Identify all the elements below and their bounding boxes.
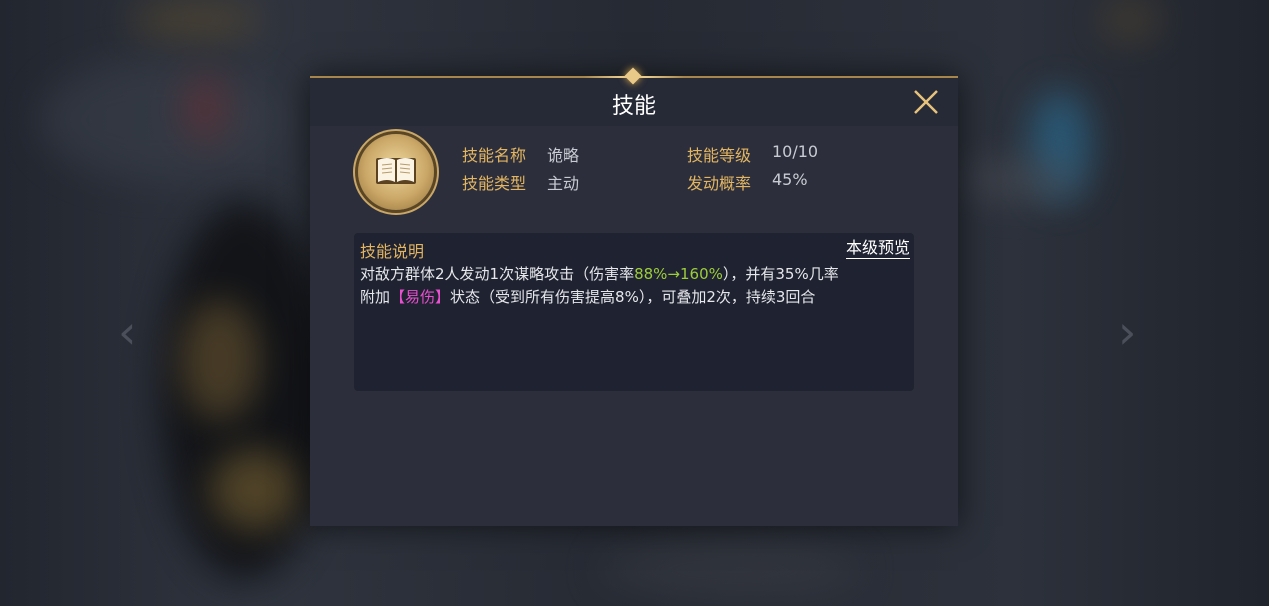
vulnerable-status-highlight: 【易伤】 (390, 288, 451, 306)
book-icon (358, 134, 434, 210)
damage-rate-highlight: 88%→160% (634, 265, 723, 283)
skill-type-field: 技能类型 主动 (462, 170, 579, 194)
skill-name-field: 技能名称 诡略 (462, 142, 579, 166)
skill-name-label: 技能名称 (462, 146, 527, 165)
skill-name-value: 诡略 (547, 146, 580, 165)
next-arrow-icon: › (1118, 305, 1137, 359)
description-title: 技能说明 (360, 242, 425, 261)
desc-line2-post: 状态（受到所有伤害提高8%），可叠加2次，持续3回合 (450, 288, 816, 306)
skill-type-label: 技能类型 (462, 174, 527, 193)
desc-line1-pre: 对敌方群体2人发动1次谋略攻击（伤害率 (360, 265, 635, 283)
description-text: 对敌方群体2人发动1次谋略攻击（伤害率88%→160%），并有35%几率 附加【… (360, 263, 910, 309)
skill-info: 技能名称 诡略 技能类型 主动 技能等级 10/10 发动概率 45% (358, 134, 918, 224)
close-icon[interactable] (912, 88, 940, 116)
dialog-header: 技能 (310, 67, 958, 126)
skill-description-panel: 技能说明 本级预览 对敌方群体2人发动1次谋略攻击（伤害率88%→160%），并… (354, 233, 914, 391)
prev-arrow-icon: ‹ (118, 305, 137, 359)
desc-line1-post: ），并有35%几率 (722, 265, 839, 283)
desc-line2-pre: 附加 (360, 288, 391, 306)
trigger-chance-value: 45% (772, 170, 808, 189)
skill-level-value: 10/10 (772, 142, 819, 161)
skill-level-field: 技能等级 10/10 (687, 142, 818, 166)
level-preview-link[interactable]: 本级预览 (845, 238, 910, 259)
dialog-title: 技能 (611, 94, 656, 119)
trigger-chance-label: 发动概率 (687, 174, 752, 193)
skill-dialog: 技能 技能名称 诡略 技能类型 主动 技能等级 10/10 发动概率 45% 技… (310, 67, 958, 526)
trigger-chance-field: 发动概率 45% (687, 170, 808, 194)
skill-level-label: 技能等级 (687, 146, 752, 165)
skill-type-value: 主动 (547, 174, 580, 193)
